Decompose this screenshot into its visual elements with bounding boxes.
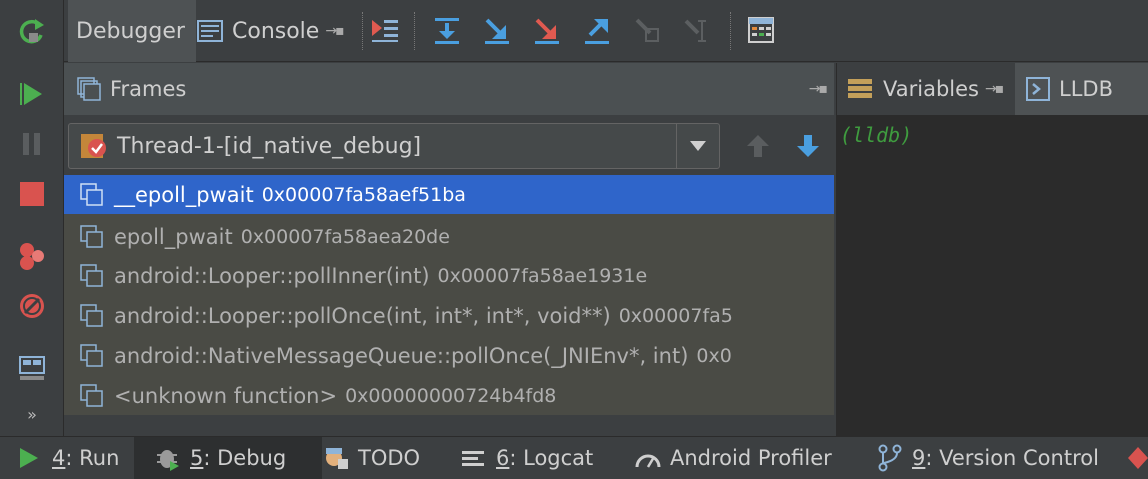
frame-address: 0x00007fa5 [618,304,733,327]
todo-tool-label: TODO [358,446,421,470]
force-step-into-icon[interactable] [530,12,564,48]
drop-frame-icon[interactable] [630,12,664,48]
show-execution-point-icon[interactable] [368,12,402,48]
tool-window-bar: 4: Run 5: Debug TODO 6: Logcat Android P… [0,436,1148,479]
lldb-icon [1026,77,1050,101]
separator [362,12,364,50]
pin-icon[interactable]: →▪ [325,23,344,39]
run-to-cursor-icon[interactable] [680,12,714,48]
version-control-tool-label: : Version Control [925,446,1099,470]
mute-breakpoints-icon[interactable] [12,286,52,326]
debug-tool-button[interactable]: 5: Debug [134,437,322,479]
pause-icon[interactable] [12,124,52,164]
todo-tool-button[interactable]: TODO [324,437,420,479]
frame-function: <unknown function> [114,383,338,408]
separator [730,12,732,50]
frame-row[interactable]: android::Looper::pollInner(int) 0x00007f… [64,256,834,295]
tab-console-label: Console [232,18,320,44]
version-control-tool-number: 9 [912,446,926,470]
frame-address: 0x00007fa58aef51ba [261,183,466,206]
frame-row[interactable]: <unknown function> 0x00000000724b4fd8 [64,376,834,415]
tab-lldb-label: LLDB [1059,77,1113,101]
run-tool-number: 4 [52,446,66,470]
rerun-icon[interactable] [12,12,52,52]
stop-icon[interactable] [12,174,52,214]
android-profiler-tool-label: Android Profiler [670,446,832,470]
frames-icon [77,77,101,101]
frame-icon [80,182,103,206]
debug-side-toolbar: » [0,0,64,436]
frame-icon [80,224,103,248]
frame-address: 0x00007fa58ae1931e [437,264,648,287]
logcat-icon [462,451,484,466]
more-tools-icon[interactable] [1128,445,1148,471]
step-over-icon[interactable] [430,12,464,48]
lldb-prompt: (lldb) [840,123,913,147]
todo-icon [326,448,348,469]
previous-frame-icon[interactable] [744,132,772,160]
bug-icon [157,450,179,471]
frame-function: android::NativeMessageQueue::pollOnce(_J… [114,343,689,368]
chevron-down-icon [690,141,706,151]
frame-address: 0x0 [696,344,732,367]
run-icon [20,448,38,468]
layout-icon[interactable] [12,348,52,388]
thread-select[interactable]: Thread-1-[id_native_debug] [68,123,720,169]
frame-address: 0x00000000724b4fd8 [345,384,557,407]
version-control-tool-button[interactable]: 9: Version Control [878,437,1099,479]
tab-debugger-label: Debugger [76,18,185,44]
tab-debugger[interactable]: Debugger [68,0,196,62]
logcat-tool-number: 6 [496,446,510,470]
frame-icon [80,343,103,367]
branch-icon [878,444,902,472]
frame-row[interactable]: epoll_pwait 0x00007fa58aea20de [64,217,834,256]
tab-lldb[interactable]: LLDB [1015,63,1148,115]
pin-icon[interactable]: →▪ [985,81,1004,97]
frame-row[interactable]: __epoll_pwait 0x00007fa58aef51ba [64,175,834,214]
gauge-icon [635,454,661,468]
logcat-tool-label: : Logcat [509,446,594,470]
frame-function: __epoll_pwait [114,182,254,207]
tab-console[interactable]: Console →▪ [196,0,366,62]
logcat-tool-button[interactable]: 6: Logcat [462,437,593,479]
frame-address: 0x00007fa58aea20de [240,225,450,248]
thread-select-value: Thread-1-[id_native_debug] [117,133,422,159]
debug-tool-label: : Debug [203,446,287,470]
console-icon [197,20,223,42]
tab-variables[interactable]: Variables →▪ [837,63,1023,115]
frames-title: Frames [110,77,187,101]
variables-lldb-header: Variables →▪ LLDB [836,63,1148,115]
frame-row[interactable]: android::Looper::pollOnce(int, int*, int… [64,296,834,335]
frame-icon [80,263,103,287]
separator [414,12,416,50]
step-out-icon[interactable] [580,12,614,48]
frame-icon [80,303,103,327]
run-tool-label: : Run [65,446,120,470]
pin-icon[interactable]: →▪ [809,81,828,97]
evaluate-icon[interactable] [744,12,778,48]
android-profiler-tool-button[interactable]: Android Profiler [634,437,832,479]
view-breakpoints-icon[interactable] [12,236,52,276]
resume-icon[interactable] [12,74,52,114]
next-frame-icon[interactable] [794,132,822,160]
debug-toolbar: Debugger Console →▪ [64,0,1148,62]
debug-tool-number: 5 [190,446,204,470]
thread-icon [81,134,106,158]
frames-panel-header: Frames →▪ [64,63,834,115]
lldb-console[interactable]: (lldb) [836,115,1148,436]
step-into-icon[interactable] [480,12,514,48]
frame-function: android::Looper::pollOnce(int, int*, int… [114,303,611,328]
dropdown-arrow[interactable] [676,124,719,168]
frame-function: android::Looper::pollInner(int) [114,263,430,288]
variables-icon [848,79,872,98]
frame-function: epoll_pwait [114,224,233,249]
frame-row[interactable]: android::NativeMessageQueue::pollOnce(_J… [64,336,834,375]
frame-icon [80,383,103,407]
tab-variables-label: Variables [883,77,979,101]
more-icon[interactable]: » [12,394,52,434]
run-tool-button[interactable]: 4: Run [18,437,119,479]
